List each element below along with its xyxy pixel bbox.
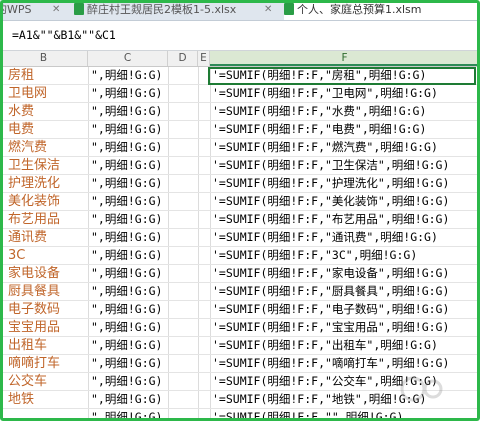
cell-c-formula[interactable]: ",明细!G:G) (91, 301, 201, 318)
table-row: 3C ",明细!G:G) '=SUMIF(明细!F:F,"3C",明细!G:G) (0, 247, 480, 265)
cell-c-formula[interactable]: ",明细!G:G) (91, 175, 201, 192)
cell-c-formula[interactable]: ",明细!G:G) (91, 265, 201, 282)
cell-sumif-formula[interactable]: '=SUMIF(明细!F:F,"电费",明细!G:G) (212, 121, 476, 138)
cell-category[interactable]: 电费 (8, 121, 88, 138)
tab-budget-workbook[interactable]: 个人、家庭总预算1.xlsm (284, 0, 480, 20)
table-row: 护理洗化 ",明细!G:G) '=SUMIF(明细!F:F,"护理洗化",明细!G:… (0, 175, 480, 193)
table-row: 卫生保洁 ",明细!G:G) '=SUMIF(明细!F:F,"卫生保洁",明细!G:… (0, 157, 480, 175)
table-row: 电子数码 ",明细!G:G) '=SUMIF(明细!F:F,"电子数码",明细!G:… (0, 301, 480, 319)
cell-category[interactable]: 3C (8, 247, 88, 264)
cell-sumif-formula[interactable]: '=SUMIF(明细!F:F,"卫电网",明细!G:G) (212, 85, 476, 102)
cell-category[interactable]: 卫电网 (8, 85, 88, 102)
table-row: 嘀嘀打车 ",明细!G:G) '=SUMIF(明细!F:F,"嘀嘀打车",明细!G:… (0, 355, 480, 373)
column-header-c[interactable]: C (88, 51, 168, 66)
cell-c-formula[interactable]: ",明细!G:G) (91, 85, 201, 102)
cell-c-formula[interactable]: ",明细!G:G) (91, 193, 201, 210)
column-header-b[interactable]: B (0, 51, 88, 66)
formula-text[interactable]: =A1&""&B1&""&C1 (12, 28, 116, 42)
cell-category[interactable]: 出租车 (8, 337, 88, 354)
cell-category[interactable]: 房租 (8, 67, 88, 84)
cell-category[interactable]: 厨具餐具 (8, 283, 88, 300)
table-row: 厨具餐具 ",明细!G:G) '=SUMIF(明细!F:F,"厨具餐具",明细!G:… (0, 283, 480, 301)
cell-category[interactable]: 公交车 (8, 373, 88, 390)
cell-category[interactable]: 家电设备 (8, 265, 88, 282)
cell-c-formula[interactable]: ",明细!G:G) (91, 355, 201, 372)
column-header-f[interactable]: F (210, 51, 480, 66)
cell-sumif-formula[interactable]: '=SUMIF(明细!F:F,"嘀嘀打车",明细!G:G) (212, 355, 476, 372)
cell-c-formula[interactable]: ",明细!G:G) (91, 409, 201, 421)
cell-sumif-formula[interactable]: '=SUMIF(明细!F:F,"",明细!G:G) (212, 409, 476, 421)
table-row: 宝宝用品 ",明细!G:G) '=SUMIF(明细!F:F,"宝宝用品",明细!G:… (0, 319, 480, 337)
cell-category[interactable]: 美化装饰 (8, 193, 88, 210)
cell-c-formula[interactable]: ",明细!G:G) (91, 283, 201, 300)
formula-bar[interactable]: =A1&""&B1&""&C1 (3, 21, 477, 51)
cell-category[interactable]: 水费 (8, 103, 88, 120)
column-header-e[interactable]: E (198, 51, 210, 66)
cell-grid: 房租 ",明细!G:G) '=SUMIF(明细!F:F,"房租",明细!G:G) 卫电… (0, 67, 480, 421)
cell-sumif-formula[interactable]: '=SUMIF(明细!F:F,"电子数码",明细!G:G) (212, 301, 476, 318)
tab-workbook-residents-label: 醉庄村王觌居民2模板1-5.xlsx (87, 3, 237, 16)
table-row: 电费 ",明细!G:G) '=SUMIF(明细!F:F,"电费",明细!G:G) (0, 121, 480, 139)
cell-category[interactable]: 护理洗化 (8, 175, 88, 192)
cell-sumif-formula[interactable]: '=SUMIF(明细!F:F,"护理洗化",明细!G:G) (212, 175, 476, 192)
cell-category[interactable]: 嘀嘀打车 (8, 355, 88, 372)
cell-sumif-formula[interactable]: '=SUMIF(明细!F:F,"通讯费",明细!G:G) (212, 229, 476, 246)
cell-c-formula[interactable]: ",明细!G:G) (91, 67, 201, 84)
cell-category[interactable]: 卫生保洁 (8, 157, 88, 174)
column-header-d[interactable]: D (168, 51, 198, 66)
cell-category[interactable]: 地铁 (8, 391, 88, 408)
cell-sumif-formula[interactable]: '=SUMIF(明细!F:F,"燃汽费",明细!G:G) (212, 139, 476, 156)
cell-c-formula[interactable]: ",明细!G:G) (91, 211, 201, 228)
cell-c-formula[interactable]: ",明细!G:G) (91, 139, 201, 156)
tab-budget-workbook-label: 个人、家庭总预算1.xlsm (297, 3, 422, 16)
cell-c-formula[interactable]: ",明细!G:G) (91, 247, 201, 264)
cell-category[interactable]: 电子数码 (8, 301, 88, 318)
cell-c-formula[interactable]: ",明细!G:G) (91, 103, 201, 120)
cell-sumif-formula[interactable]: '=SUMIF(明细!F:F,"3C",明细!G:G) (212, 247, 476, 264)
tab-workbook-residents[interactable]: 醉庄村王觌居民2模板1-5.xlsx (74, 0, 260, 20)
cell-sumif-formula[interactable]: '=SUMIF(明细!F:F,"宝宝用品",明细!G:G) (212, 319, 476, 336)
table-row: 燃汽费 ",明细!G:G) '=SUMIF(明细!F:F,"燃汽费",明细!G:G) (0, 139, 480, 157)
excel-file-icon (284, 3, 294, 15)
cell-sumif-formula[interactable]: '=SUMIF(明细!F:F,"出租车",明细!G:G) (212, 337, 476, 354)
watermark-icon (398, 374, 448, 404)
table-row: 出租车 ",明细!G:G) '=SUMIF(明细!F:F,"出租车",明细!G:G) (0, 337, 480, 355)
cell-category[interactable]: 通讯费 (8, 229, 88, 246)
table-row: 水费 ",明细!G:G) '=SUMIF(明细!F:F,"水费",明细!G:G) (0, 103, 480, 121)
cell-c-formula[interactable]: ",明细!G:G) (91, 337, 201, 354)
cell-category[interactable]: 宝宝用品 (8, 319, 88, 336)
tab-wps-label: 的WPS (0, 3, 32, 16)
close-icon[interactable]: ✕ (52, 0, 60, 20)
table-row: ",明细!G:G) '=SUMIF(明细!F:F,"",明细!G:G) (0, 409, 480, 421)
cell-c-formula[interactable]: ",明细!G:G) (91, 391, 201, 408)
cell-c-formula[interactable]: ",明细!G:G) (91, 157, 201, 174)
excel-file-icon (74, 3, 84, 15)
cell-sumif-formula[interactable]: '=SUMIF(明细!F:F,"布艺用品",明细!G:G) (212, 211, 476, 228)
cell-category[interactable]: 燃汽费 (8, 139, 88, 156)
column-headers: B C D E F (0, 51, 480, 67)
cell-c-formula[interactable]: ",明细!G:G) (91, 319, 201, 336)
table-row: 家电设备 ",明细!G:G) '=SUMIF(明细!F:F,"家电设备",明细!G:… (0, 265, 480, 283)
cell-category[interactable] (8, 409, 88, 421)
cell-category[interactable]: 布艺用品 (8, 211, 88, 228)
cell-sumif-formula[interactable]: '=SUMIF(明细!F:F,"水费",明细!G:G) (212, 103, 476, 120)
cell-c-formula[interactable]: ",明细!G:G) (91, 121, 201, 138)
tab-wps[interactable]: 的WPS (0, 0, 56, 20)
document-tab-bar: 的WPS ✕ 醉庄村王觌居民2模板1-5.xlsx ✕ 个人、家庭总预算1.xl… (0, 0, 480, 21)
cell-sumif-formula[interactable]: '=SUMIF(明细!F:F,"家电设备",明细!G:G) (212, 265, 476, 282)
cell-sumif-formula[interactable]: '=SUMIF(明细!F:F,"卫生保洁",明细!G:G) (212, 157, 476, 174)
cell-sumif-formula[interactable]: '=SUMIF(明细!F:F,"美化装饰",明细!G:G) (212, 193, 476, 210)
table-row: 卫电网 ",明细!G:G) '=SUMIF(明细!F:F,"卫电网",明细!G:G) (0, 85, 480, 103)
table-row: 通讯费 ",明细!G:G) '=SUMIF(明细!F:F,"通讯费",明细!G:G) (0, 229, 480, 247)
table-row: 布艺用品 ",明细!G:G) '=SUMIF(明细!F:F,"布艺用品",明细!G:… (0, 211, 480, 229)
cell-c-formula[interactable]: ",明细!G:G) (91, 229, 201, 246)
active-cell-highlight[interactable] (208, 67, 476, 85)
cell-sumif-formula[interactable]: '=SUMIF(明细!F:F,"厨具餐具",明细!G:G) (212, 283, 476, 300)
cell-c-formula[interactable]: ",明细!G:G) (91, 373, 201, 390)
close-icon[interactable]: ✕ (264, 0, 272, 20)
table-row: 美化装饰 ",明细!G:G) '=SUMIF(明细!F:F,"美化装饰",明细!G:… (0, 193, 480, 211)
spreadsheet-window: 的WPS ✕ 醉庄村王觌居民2模板1-5.xlsx ✕ 个人、家庭总预算1.xl… (0, 0, 480, 421)
